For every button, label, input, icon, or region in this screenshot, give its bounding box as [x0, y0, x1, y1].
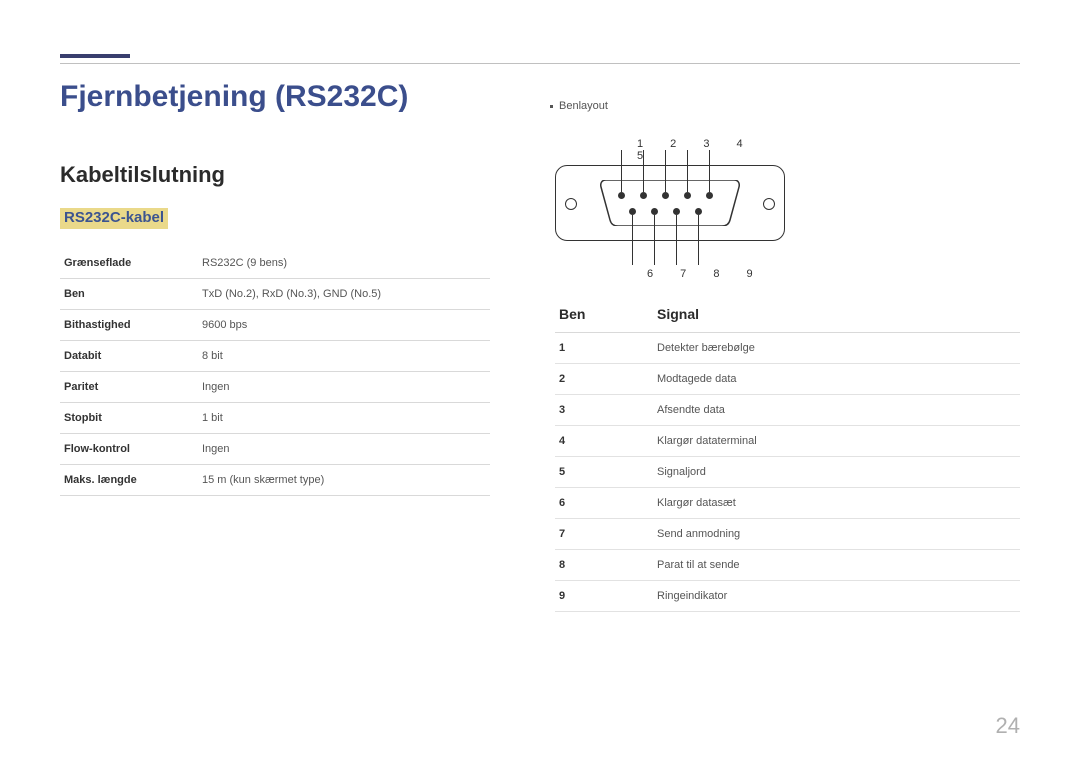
pin-layout-bullet: Benlayout	[550, 100, 608, 112]
signal-pin: 5	[555, 457, 653, 488]
signal-pin: 1	[555, 333, 653, 364]
spec-val: Ingen	[198, 372, 490, 403]
pin-leader-icon	[643, 150, 644, 192]
table-row: 4Klargør dataterminal	[555, 426, 1020, 457]
connector-screw-icon	[565, 198, 577, 210]
spec-key: Ben	[60, 279, 198, 310]
table-row: GrænsefladeRS232C (9 bens)	[60, 248, 490, 279]
signal-col-signal: Signal	[653, 306, 1020, 333]
table-row: ParitetIngen	[60, 372, 490, 403]
spec-key: Flow-kontrol	[60, 434, 198, 465]
pin-icon	[684, 192, 691, 199]
spec-key: Grænseflade	[60, 248, 198, 279]
signal-pin: 3	[555, 395, 653, 426]
pin-icon	[662, 192, 669, 199]
pin-numbers-top: 1 2 3 4 5	[637, 138, 785, 162]
signal-pin: 2	[555, 364, 653, 395]
signal-pin: 7	[555, 519, 653, 550]
spec-key: Databit	[60, 341, 198, 372]
table-row: BenTxD (No.2), RxD (No.3), GND (No.5)	[60, 279, 490, 310]
pin-icon	[673, 208, 680, 215]
pin-leader-icon	[621, 150, 622, 192]
pin-icon	[651, 208, 658, 215]
signal-table: Ben Signal 1Detekter bærebølge 2Modtaged…	[555, 306, 1020, 612]
table-row: Bithastighed9600 bps	[60, 310, 490, 341]
spec-table: GrænsefladeRS232C (9 bens) BenTxD (No.2)…	[60, 248, 490, 496]
signal-name: Modtagede data	[653, 364, 1020, 395]
section-title: Kabeltilslutning	[60, 162, 225, 188]
signal-name: Klargør datasæt	[653, 488, 1020, 519]
subsection-title: RS232C-kabel	[60, 208, 168, 229]
spec-key: Stopbit	[60, 403, 198, 434]
table-row: Maks. længde15 m (kun skærmet type)	[60, 465, 490, 496]
pin-leader-icon	[687, 150, 688, 192]
header-rule	[60, 63, 1020, 64]
table-row: 2Modtagede data	[555, 364, 1020, 395]
table-row: 3Afsendte data	[555, 395, 1020, 426]
pin-leader-icon	[665, 150, 666, 192]
spec-val: 15 m (kun skærmet type)	[198, 465, 490, 496]
header-accent-bar	[60, 54, 130, 58]
pin-numbers-bottom: 6 7 8 9	[647, 268, 765, 280]
pin-leader-icon	[698, 215, 699, 265]
spec-val: RS232C (9 bens)	[198, 248, 490, 279]
table-row: 8Parat til at sende	[555, 550, 1020, 581]
spec-val: 8 bit	[198, 341, 490, 372]
document-page: Fjernbetjening (RS232C) Kabeltilslutning…	[0, 0, 1080, 763]
spec-key: Bithastighed	[60, 310, 198, 341]
pin-leader-icon	[709, 150, 710, 192]
table-row: 7Send anmodning	[555, 519, 1020, 550]
pin-icon	[618, 192, 625, 199]
signal-pin: 4	[555, 426, 653, 457]
signal-name: Klargør dataterminal	[653, 426, 1020, 457]
page-title: Fjernbetjening (RS232C)	[60, 80, 408, 114]
signal-pin: 9	[555, 581, 653, 612]
signal-pin: 6	[555, 488, 653, 519]
pin-icon	[695, 208, 702, 215]
spec-val: 1 bit	[198, 403, 490, 434]
table-row: 6Klargør datasæt	[555, 488, 1020, 519]
spec-key: Maks. længde	[60, 465, 198, 496]
signal-pin: 8	[555, 550, 653, 581]
pin-icon	[629, 208, 636, 215]
pin-icon	[640, 192, 647, 199]
spec-key: Paritet	[60, 372, 198, 403]
bullet-icon	[550, 105, 553, 108]
spec-val: Ingen	[198, 434, 490, 465]
table-row: Databit8 bit	[60, 341, 490, 372]
table-row: 9Ringeindikator	[555, 581, 1020, 612]
spec-val: TxD (No.2), RxD (No.3), GND (No.5)	[198, 279, 490, 310]
signal-name: Send anmodning	[653, 519, 1020, 550]
signal-name: Afsendte data	[653, 395, 1020, 426]
pin-layout-label: Benlayout	[559, 100, 608, 112]
pin-icon	[706, 192, 713, 199]
signal-name: Detekter bærebølge	[653, 333, 1020, 364]
pin-leader-icon	[676, 215, 677, 265]
page-number: 24	[996, 713, 1020, 739]
signal-name: Signaljord	[653, 457, 1020, 488]
signal-name: Parat til at sende	[653, 550, 1020, 581]
pin-leader-icon	[632, 215, 633, 265]
table-row: 1Detekter bærebølge	[555, 333, 1020, 364]
table-row: Flow-kontrolIngen	[60, 434, 490, 465]
connector-figure: 1 2 3 4 5 6 7 8 9	[555, 160, 785, 260]
pin-leader-icon	[654, 215, 655, 265]
table-row: Stopbit1 bit	[60, 403, 490, 434]
signal-col-pin: Ben	[555, 306, 653, 333]
table-row: 5Signaljord	[555, 457, 1020, 488]
spec-val: 9600 bps	[198, 310, 490, 341]
signal-name: Ringeindikator	[653, 581, 1020, 612]
connector-screw-icon	[763, 198, 775, 210]
